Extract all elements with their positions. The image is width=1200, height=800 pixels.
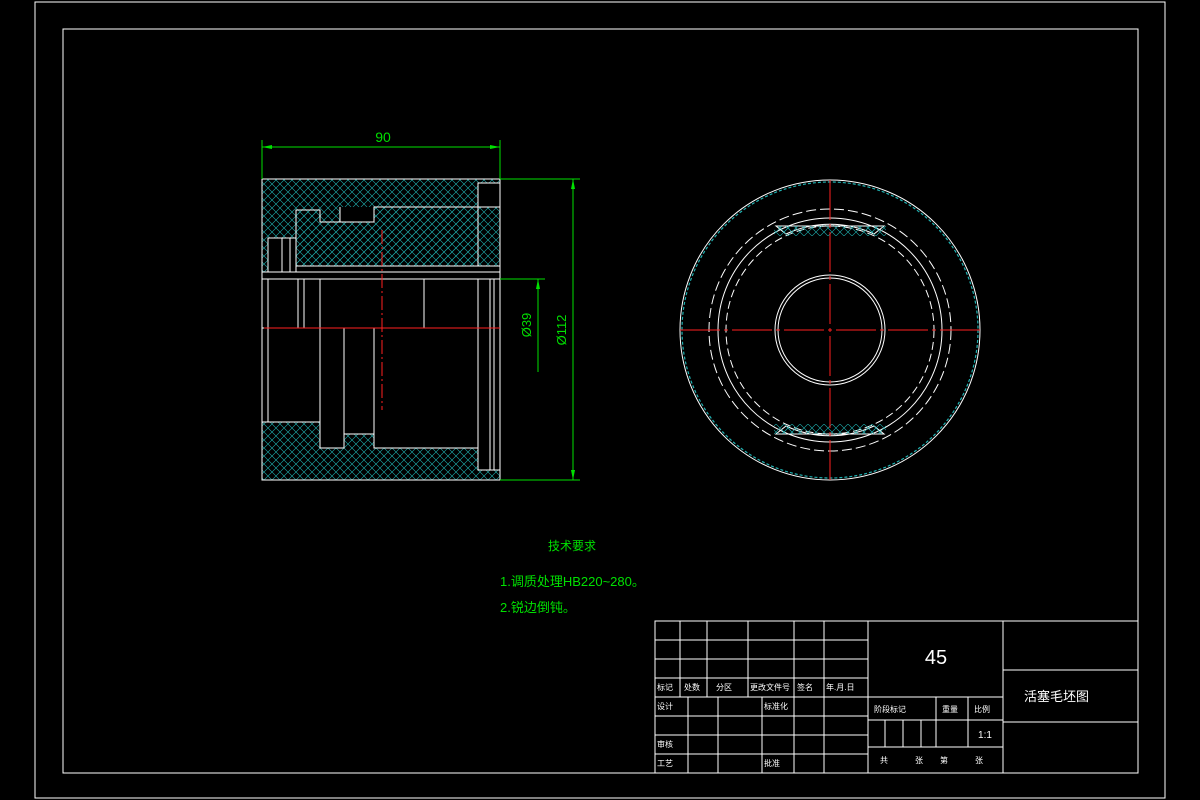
section-view — [261, 178, 501, 481]
tech-requirement-1: 1.调质处理HB220~280。 — [500, 574, 645, 589]
label-mark: 标记 — [657, 682, 673, 692]
tech-requirement-2: 2.锐边倒钝。 — [500, 600, 576, 615]
outer-border — [34, 1, 1166, 799]
section-hatch-lower — [261, 421, 501, 481]
label-process: 工艺 — [657, 759, 673, 768]
label-signature: 签名 — [797, 682, 813, 692]
inner-border — [62, 28, 1139, 774]
part-name-label: 活塞毛坯图 — [1024, 689, 1089, 704]
label-sheet-b: 张 — [975, 756, 983, 765]
drawing-canvas: 90 Ø112 Ø39 技术要求 1.调质处理HB220~280。 2.锐边倒钝… — [34, 1, 1166, 799]
label-review: 审核 — [657, 739, 673, 749]
label-sheet-a: 张 — [915, 756, 923, 765]
label-design: 设计 — [657, 701, 673, 711]
label-weight: 重量 — [942, 704, 958, 714]
dimension-width-label: 90 — [375, 129, 391, 145]
dimension-outer-dia-label: Ø112 — [554, 315, 569, 346]
label-date: 年.月.日 — [826, 682, 854, 692]
label-zone: 分区 — [716, 683, 732, 692]
label-standardize: 标准化 — [764, 701, 788, 711]
material-label: 45 — [925, 647, 947, 669]
label-stage-mark: 阶段标记 — [874, 704, 906, 714]
label-scale: 比例 — [974, 704, 990, 714]
title-block-text: 45 活塞毛坯图 1:1 标记 处数 分区 更改文件号 签名 年.月.日 设计 … — [657, 647, 1089, 768]
tech-requirements-title: 技术要求 — [548, 539, 596, 553]
label-sheets-total: 共 — [880, 756, 888, 765]
end-view — [679, 179, 981, 481]
label-approve: 批准 — [764, 758, 780, 768]
label-change-doc: 更改文件号 — [750, 682, 790, 692]
label-sheet-no: 第 — [940, 755, 948, 765]
scale-value: 1:1 — [978, 730, 992, 741]
section-groove — [339, 207, 375, 223]
tech-requirements: 技术要求 1.调质处理HB220~280。 2.锐边倒钝。 — [500, 539, 645, 615]
dimension-inner-dia-label: Ø39 — [519, 313, 534, 338]
section-right-step — [477, 182, 501, 208]
label-count: 处数 — [684, 682, 700, 692]
